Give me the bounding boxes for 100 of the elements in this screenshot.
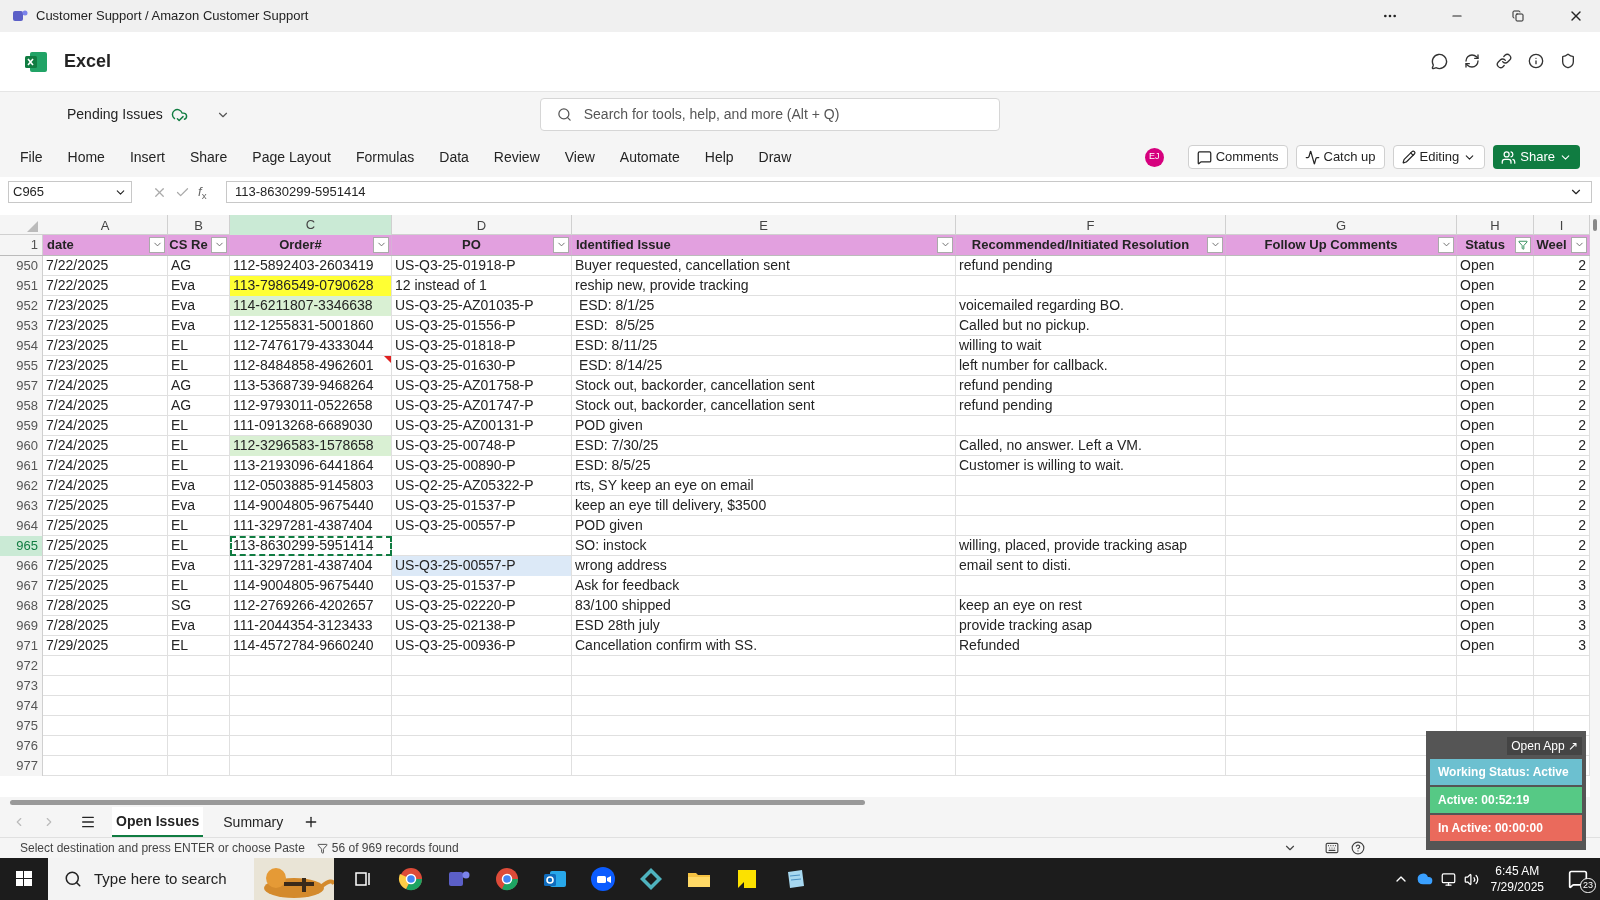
- menu-tab[interactable]: Formulas: [355, 146, 415, 168]
- column-title: Order#: [279, 236, 322, 254]
- speaker-icon[interactable]: [1463, 871, 1479, 887]
- row-number[interactable]: 950: [0, 256, 43, 276]
- table-cell: 112-1255831-5001860: [230, 316, 392, 336]
- catchup-button[interactable]: Catch up: [1295, 145, 1385, 169]
- menu-tab[interactable]: File: [20, 146, 43, 168]
- row-number[interactable]: 957: [0, 376, 43, 396]
- refresh-icon[interactable]: [1464, 53, 1480, 69]
- diamond-icon[interactable]: [638, 866, 664, 892]
- row-number[interactable]: 952: [0, 296, 43, 316]
- browser-icon[interactable]: [398, 866, 424, 892]
- menu-icon[interactable]: [80, 814, 96, 830]
- table-cell: Refunded: [956, 636, 1226, 656]
- open-app-button[interactable]: Open App ↗: [1507, 737, 1582, 755]
- name-box[interactable]: C965: [8, 181, 132, 203]
- search-icon: [556, 107, 572, 122]
- row-number[interactable]: 971: [0, 636, 43, 656]
- clock-time[interactable]: 6:45 AM: [1495, 863, 1540, 879]
- table-cell: 7/23/2025: [43, 356, 168, 376]
- link-icon[interactable]: [1496, 53, 1512, 69]
- row-number[interactable]: 974: [0, 696, 43, 716]
- menu-tab[interactable]: Review: [493, 146, 540, 168]
- comments-button[interactable]: Comments: [1187, 145, 1288, 169]
- table-cell: 114-9004805-9675440: [230, 576, 392, 596]
- row-number[interactable]: 960: [0, 436, 43, 456]
- column-title: PO: [462, 236, 481, 254]
- menu-tab[interactable]: View: [564, 146, 595, 168]
- column-header[interactable]: C: [230, 215, 392, 237]
- row-number[interactable]: 969: [0, 616, 43, 636]
- menu-tab[interactable]: Home: [67, 146, 105, 168]
- share-button[interactable]: Share: [1493, 145, 1580, 169]
- filter-button[interactable]: [1515, 236, 1531, 253]
- app-name: Excel: [64, 50, 112, 73]
- table-cell: EL: [168, 416, 230, 436]
- table-cell: 7/24/2025: [43, 436, 168, 456]
- excel-logo-icon: [24, 49, 48, 74]
- help-icon[interactable]: [1351, 841, 1365, 855]
- user-avatar[interactable]: EJ: [1144, 147, 1164, 167]
- row-number[interactable]: 954: [0, 336, 43, 356]
- keyboard-icon[interactable]: [1325, 841, 1339, 855]
- editing-button[interactable]: Editing: [1392, 145, 1486, 169]
- horizontal-scrollbar[interactable]: [10, 799, 865, 805]
- row-number[interactable]: 955: [0, 356, 43, 376]
- table-cell: 112-5892403-2603419: [230, 256, 392, 276]
- file-name[interactable]: Pending Issues: [67, 104, 163, 125]
- table-cell: EL: [168, 336, 230, 356]
- search-icon: [64, 870, 82, 888]
- table-cell: 112-9793011-0522658: [230, 396, 392, 416]
- taskbar-search-field[interactable]: Type here to search: [48, 858, 334, 900]
- row-number[interactable]: 958: [0, 396, 43, 416]
- search-field[interactable]: Search for tools, help, and more (Alt + Q): [539, 98, 1000, 131]
- row-number[interactable]: 965: [0, 536, 43, 556]
- column-title: Follow Up Comments: [1264, 236, 1398, 254]
- row-number[interactable]: 977: [0, 756, 43, 776]
- info-icon[interactable]: [1528, 53, 1544, 69]
- row-number[interactable]: 962: [0, 476, 43, 496]
- shield-icon[interactable]: [1560, 53, 1576, 69]
- row-number[interactable]: 953: [0, 316, 43, 336]
- cloud-icon[interactable]: [1416, 871, 1433, 887]
- network-icon[interactable]: [1440, 871, 1456, 887]
- row-number[interactable]: 975: [0, 716, 43, 736]
- menu-tab[interactable]: Insert: [129, 146, 165, 168]
- menu-tab[interactable]: Page Layout: [252, 146, 331, 168]
- formula-field[interactable]: 113-8630299-5951414: [226, 181, 1592, 203]
- menu-tab[interactable]: Help: [704, 146, 734, 168]
- row-number[interactable]: 976: [0, 736, 43, 756]
- menu-tab[interactable]: Data: [439, 146, 469, 168]
- row-number[interactable]: 1: [0, 235, 43, 255]
- table-cell: 112-3296583-1578658: [230, 436, 392, 456]
- table-cell: reship new, provide tracking: [572, 276, 956, 296]
- menu-tab[interactable]: Automate: [619, 146, 680, 168]
- function-button[interactable]: f$_{x}$: [198, 182, 218, 202]
- row-number[interactable]: 972: [0, 656, 43, 676]
- row-number[interactable]: 966: [0, 556, 43, 576]
- table-cell: US-Q3-25-00748-P: [392, 436, 572, 456]
- row-number[interactable]: 973: [0, 676, 43, 696]
- browser-icon[interactable]: [494, 866, 520, 892]
- menu-tab[interactable]: Share: [189, 146, 228, 168]
- restore-icon[interactable]: [1512, 10, 1524, 22]
- clock-date[interactable]: 7/29/2025: [1490, 879, 1544, 895]
- row-number[interactable]: 959: [0, 416, 43, 436]
- row-number[interactable]: 961: [0, 456, 43, 476]
- sheet-tab[interactable]: Summary: [219, 807, 288, 837]
- chat-icon[interactable]: [1431, 53, 1448, 70]
- row-number[interactable]: 967: [0, 576, 43, 596]
- table-cell: wrong address: [572, 556, 956, 576]
- table-cell: US-Q3-25-00557-P: [392, 556, 572, 576]
- zoom-icon[interactable]: [590, 866, 616, 892]
- row-number[interactable]: 968: [0, 596, 43, 616]
- row-number[interactable]: 964: [0, 516, 43, 536]
- table-cell: US-Q3-25-01537-P: [392, 576, 572, 596]
- vertical-scrollbar[interactable]: [1593, 219, 1597, 231]
- table-cell: EL: [168, 576, 230, 596]
- table-cell: 114-9004805-9675440: [230, 496, 392, 516]
- sheet-tab[interactable]: Open Issues: [112, 807, 204, 837]
- row-number[interactable]: 963: [0, 496, 43, 516]
- comment-marker-icon[interactable]: [384, 356, 391, 363]
- row-number[interactable]: 951: [0, 276, 43, 296]
- menu-tab[interactable]: Draw: [758, 146, 792, 168]
